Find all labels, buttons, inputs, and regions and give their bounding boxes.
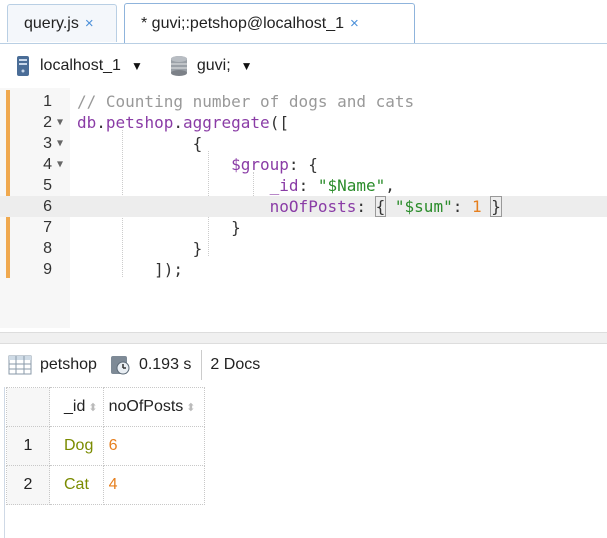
row-number: 1 [6, 426, 50, 466]
tab-label: * guvi;:petshop@localhost_1 [141, 14, 345, 32]
collection-label: petshop [8, 355, 97, 375]
collection-name: petshop [40, 356, 97, 373]
line-number: 5 [43, 177, 52, 194]
database-name: guvi; [196, 57, 231, 74]
code-token: _id [269, 176, 299, 195]
code-line-active: 6 noOfPosts: { "$sum": 1 } [0, 196, 607, 217]
line-number: 7 [43, 219, 52, 236]
line-number: 8 [43, 240, 52, 257]
tab-label: query.js [24, 14, 79, 32]
fold-arrow-icon[interactable]: ▼ [57, 133, 63, 154]
database-icon [170, 56, 187, 76]
column-label: _id [64, 398, 86, 415]
code-token: } [231, 218, 241, 237]
connection-name: localhost_1 [40, 57, 121, 74]
cell-noofposts[interactable]: 6 [102, 426, 205, 466]
close-icon[interactable]: × [350, 15, 359, 32]
grid-header-row: _id ⬍ noOfPosts ⬍ [6, 387, 205, 427]
code-token: { [192, 134, 203, 153]
code-line: 9 ]); [0, 259, 607, 280]
table-row[interactable]: 2 Cat 4 [6, 465, 205, 505]
cell-id[interactable]: Dog [49, 426, 104, 466]
results-grid: _id ⬍ noOfPosts ⬍ 1 Dog 6 2 Cat 4 [6, 387, 205, 505]
code-token: petshop [105, 113, 174, 132]
sort-icon[interactable]: ⬍ [88, 402, 97, 414]
column-header-noofposts[interactable]: noOfPosts ⬍ [102, 387, 205, 427]
fold-arrow-icon[interactable]: ▼ [57, 112, 63, 133]
cell-noofposts[interactable]: 4 [102, 465, 205, 505]
code-line: 4 ▼ $group: { [0, 154, 607, 175]
tab-query-js[interactable]: query.js × [7, 4, 117, 42]
line-number: 3 [43, 135, 52, 152]
code-line: 2 ▼ db.petshop.aggregate([ [0, 112, 607, 133]
sort-icon[interactable]: ⬍ [186, 402, 195, 414]
line-number: 1 [43, 93, 52, 110]
code-token: ([ [269, 113, 289, 132]
line-number: 4 [43, 156, 52, 173]
column-header-id[interactable]: _id ⬍ [49, 387, 104, 427]
code-token: "$sum" [394, 197, 453, 216]
code-token: } [192, 239, 203, 258]
line-number: 6 [43, 198, 52, 215]
line-number: 2 [43, 114, 52, 131]
tab-bar: query.js × * guvi;:petshop@localhost_1 × [0, 0, 607, 44]
tab-petshop-query[interactable]: * guvi;:petshop@localhost_1 × [124, 3, 415, 43]
connection-toolbar: localhost_1 ▼ guvi; ▼ [0, 44, 607, 88]
code-token: $group [231, 155, 289, 174]
stopwatch-icon [110, 356, 130, 375]
chevron-down-icon[interactable]: ▼ [131, 59, 143, 73]
close-icon[interactable]: × [85, 15, 94, 32]
query-editor[interactable]: 1 // Counting number of dogs and cats 2 … [0, 88, 607, 332]
row-number-header [6, 387, 50, 427]
code-token: "$Name" [317, 176, 386, 195]
row-number: 2 [6, 465, 50, 505]
code-token: ]); [154, 260, 183, 279]
line-number: 9 [43, 261, 52, 278]
cell-id[interactable]: Cat [49, 465, 104, 505]
server-icon [17, 56, 29, 76]
code-comment: // Counting number of dogs and cats [77, 92, 415, 111]
code-token: noOfPosts [269, 197, 357, 216]
code-token: aggregate [182, 113, 270, 132]
code-line: 1 // Counting number of dogs and cats [0, 91, 607, 112]
column-label: noOfPosts [108, 398, 184, 415]
result-toolbar: petshop 0.193 s 2 Docs [0, 343, 607, 387]
code-line: 8 } [0, 238, 607, 259]
table-grid-icon [8, 355, 32, 375]
chevron-down-icon[interactable]: ▼ [241, 59, 253, 73]
execution-time: 0.193 s [109, 354, 191, 376]
table-row[interactable]: 1 Dog 6 [6, 426, 205, 466]
database-selector[interactable]: guvi; ▼ [169, 55, 253, 77]
fold-arrow-icon[interactable]: ▼ [57, 154, 63, 175]
code-line: 7 } [0, 217, 607, 238]
execution-time-value: 0.193 s [138, 356, 192, 373]
code-line: 5 _id: "$Name", [0, 175, 607, 196]
code-token: db [77, 113, 97, 132]
code-line: 3 ▼ { [0, 133, 607, 154]
panel-border [4, 387, 5, 538]
code-token: 1 [471, 197, 482, 216]
connection-selector[interactable]: localhost_1 ▼ [14, 55, 143, 77]
separator [201, 350, 203, 380]
document-count: 2 Docs [210, 356, 261, 373]
code-token: : { [288, 155, 318, 174]
